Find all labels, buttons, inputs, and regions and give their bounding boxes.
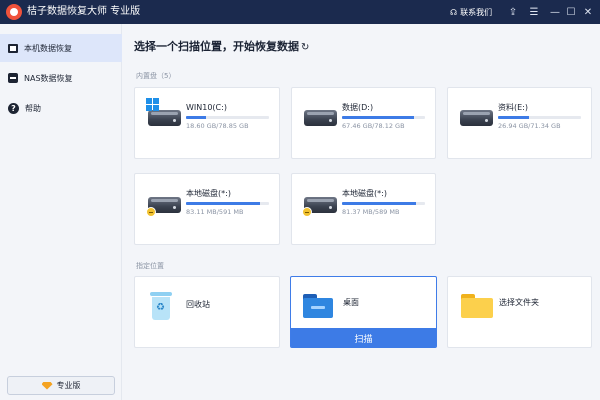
- disk-card-c[interactable]: WIN10(C:) 18.60 GB/78.85 GB: [134, 87, 280, 159]
- disk-usage-fill: [498, 116, 530, 119]
- disk-size: 83.11 MB/591 MB: [186, 208, 244, 216]
- headset-icon: ☊: [450, 7, 458, 17]
- maximize-icon[interactable]: ☐: [563, 3, 579, 21]
- sidebar-item-help[interactable]: ? 帮助: [0, 94, 122, 122]
- disk-usage-bar: [186, 116, 269, 119]
- disk-size: 26.94 GB/71.34 GB: [498, 122, 561, 130]
- nas-icon: [8, 73, 18, 83]
- disk-name: 本地磁盘(*:): [342, 189, 387, 198]
- disk-usage-fill: [342, 202, 416, 205]
- sidebar-item-label: 帮助: [25, 103, 41, 113]
- location-card-recycle-bin[interactable]: 回收站: [134, 276, 280, 348]
- disk-size: 67.46 GB/78.12 GB: [342, 122, 405, 130]
- specified-locations-label: 指定位置: [136, 262, 164, 270]
- contact-us-button[interactable]: ☊ 联系我们: [450, 5, 492, 19]
- disk-name: 本地磁盘(*:): [186, 189, 231, 198]
- help-icon: ?: [8, 102, 19, 114]
- disk-usage-bar: [342, 116, 425, 119]
- title-bar: 桔子数据恢复大师 专业版 ☊ 联系我们 ⇪ ☰ — ☐ ✕: [0, 0, 600, 24]
- page-title: 选择一个扫描位置，开始恢复数据 ↻: [134, 39, 309, 55]
- sidebar-item-label: NAS数据恢复: [24, 73, 73, 83]
- location-name: 回收站: [186, 300, 210, 309]
- disk-usage-fill: [186, 202, 260, 205]
- disk-name: 资料(E:): [498, 103, 528, 112]
- menu-icon[interactable]: ☰: [526, 3, 542, 21]
- disk-card-local-1[interactable]: 本地磁盘(*:) 83.11 MB/591 MB: [134, 173, 280, 245]
- sidebar-item-nas-recovery[interactable]: NAS数据恢复: [0, 64, 122, 92]
- drive-icon: [460, 110, 493, 126]
- disk-card-d[interactable]: 数据(D:) 67.46 GB/78.12 GB: [291, 87, 436, 159]
- windows-icon: [146, 98, 160, 112]
- disk-usage-bar: [498, 116, 581, 119]
- disk-size: 18.60 GB/78.85 GB: [186, 122, 249, 130]
- disk-card-e[interactable]: 资料(E:) 26.94 GB/71.34 GB: [447, 87, 592, 159]
- contact-us-label: 联系我们: [460, 7, 493, 17]
- disk-card-local-2[interactable]: 本地磁盘(*:) 81.37 MB/589 MB: [291, 173, 436, 245]
- sidebar-item-local-recovery[interactable]: 本机数据恢复: [0, 34, 122, 62]
- sidebar-item-label: 本机数据恢复: [24, 43, 72, 53]
- page-title-text: 选择一个扫描位置，开始恢复数据: [134, 40, 299, 53]
- app-logo-icon: [6, 4, 22, 20]
- disk-usage-fill: [186, 116, 206, 119]
- window-title: 桔子数据恢复大师 专业版: [27, 6, 141, 17]
- refresh-icon[interactable]: ↻: [301, 42, 309, 53]
- location-name: 桌面: [343, 298, 359, 307]
- upload-icon[interactable]: ⇪: [505, 3, 521, 21]
- close-icon[interactable]: ✕: [580, 3, 596, 21]
- disk-name: 数据(D:): [342, 103, 374, 112]
- desktop-folder-icon: [303, 294, 333, 318]
- disk-usage-fill: [342, 116, 414, 119]
- drive-icon: [304, 110, 337, 126]
- disk-size: 81.37 MB/589 MB: [342, 208, 400, 216]
- folder-icon: [461, 294, 493, 318]
- recycle-bin-icon: [150, 292, 172, 320]
- location-card-choose-folder[interactable]: 选择文件夹: [447, 276, 592, 348]
- sidebar: 本机数据恢复 NAS数据恢复 ? 帮助 专业版: [0, 24, 122, 400]
- pro-version-label: 专业版: [56, 381, 81, 390]
- computer-icon: [8, 43, 18, 53]
- disk-usage-bar: [186, 202, 269, 205]
- minimize-icon[interactable]: —: [547, 3, 563, 21]
- pro-version-button[interactable]: 专业版: [7, 376, 115, 395]
- internal-disks-label: 内置盘（5）: [136, 72, 176, 80]
- diamond-icon: [41, 381, 53, 390]
- drive-icon: [148, 110, 181, 126]
- disk-name: WIN10(C:): [186, 103, 227, 112]
- disk-usage-bar: [342, 202, 425, 205]
- external-drive-icon: [302, 207, 312, 217]
- scan-button[interactable]: 扫描: [291, 328, 436, 348]
- external-drive-icon: [146, 207, 156, 217]
- location-name: 选择文件夹: [499, 298, 539, 307]
